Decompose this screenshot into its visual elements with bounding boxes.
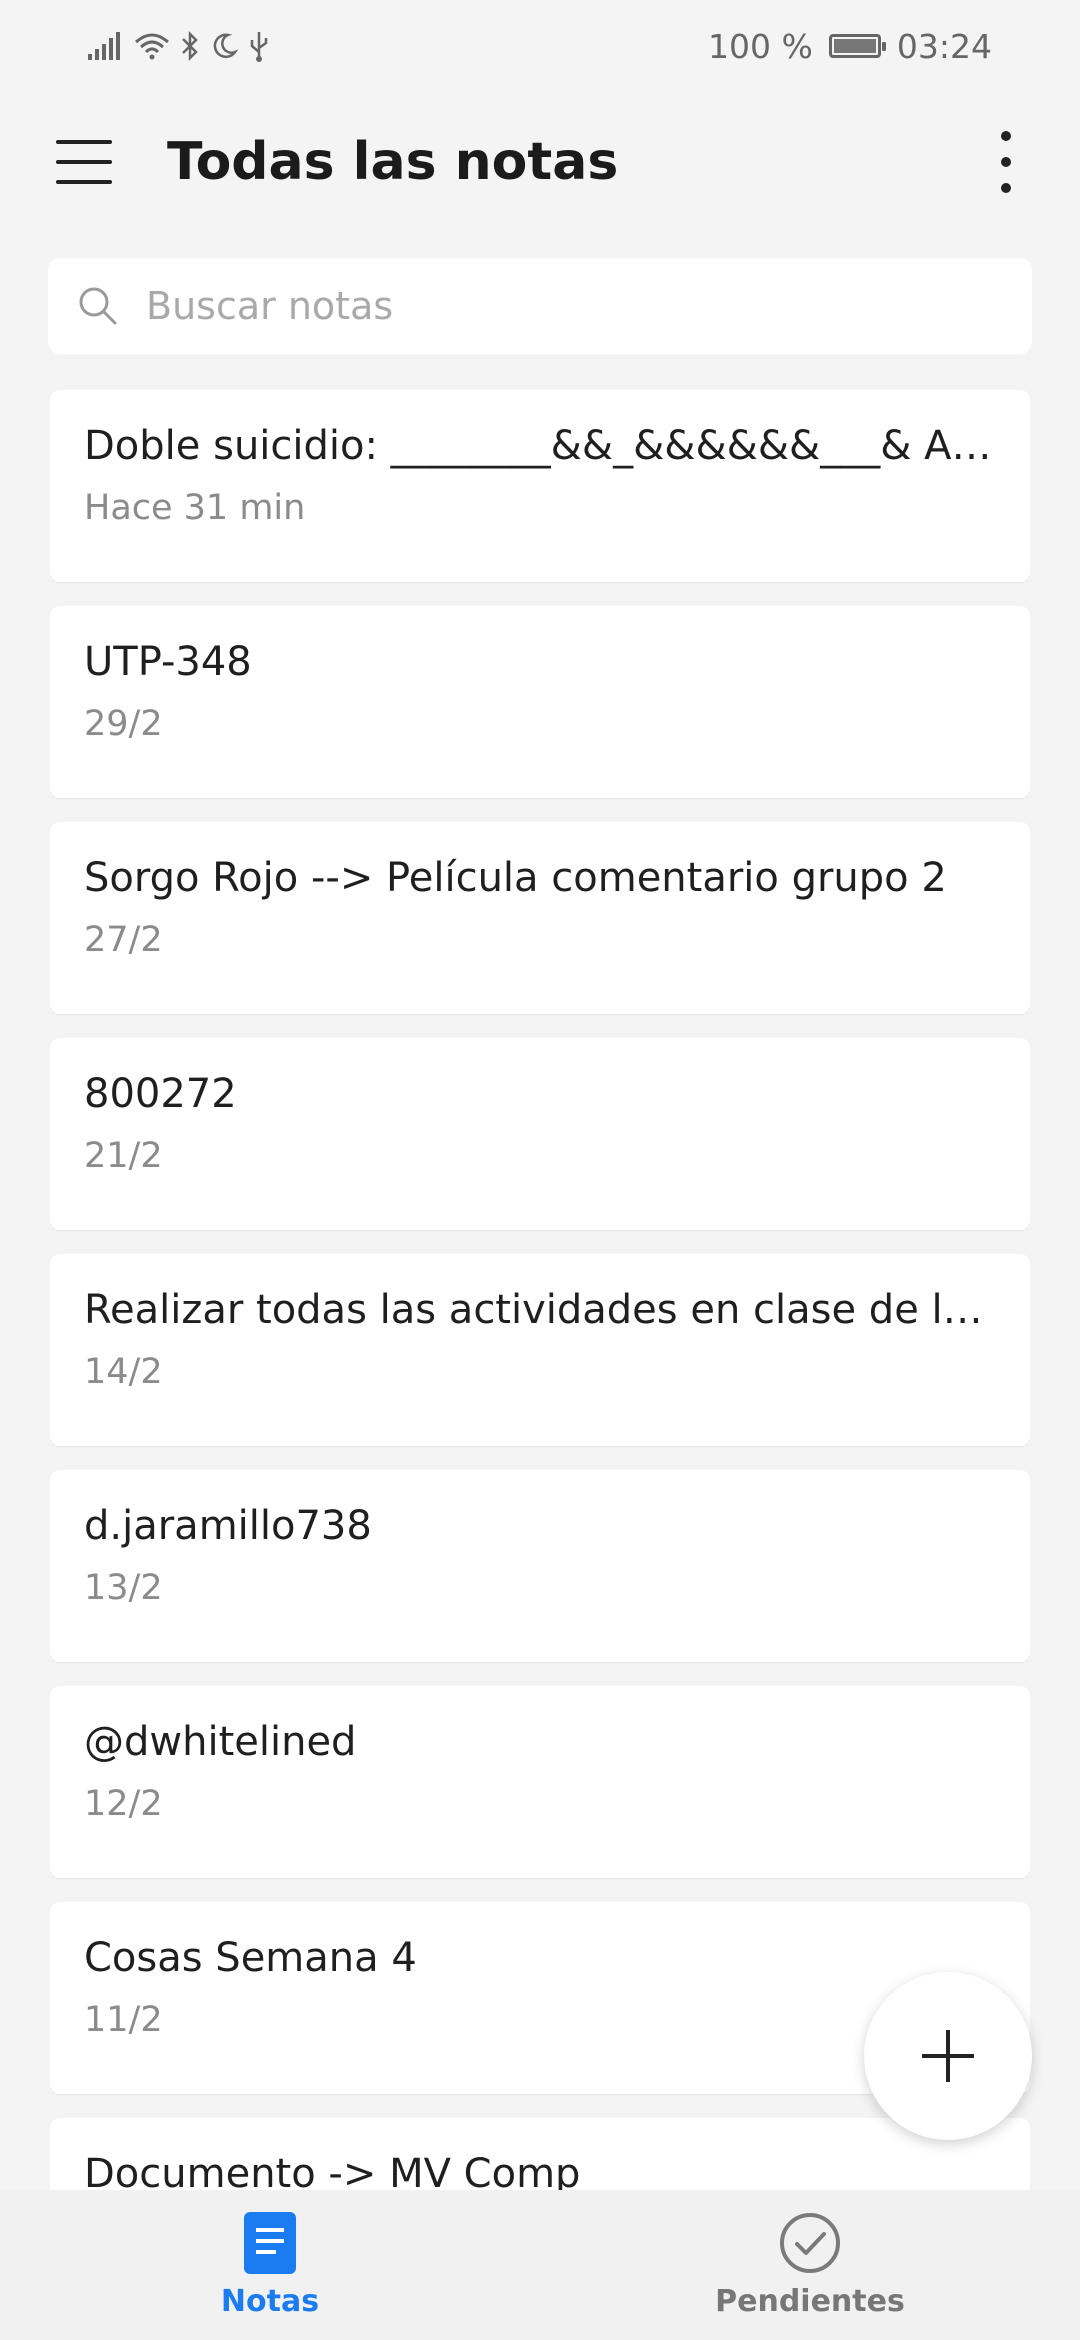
note-title: 800272: [84, 1071, 237, 1117]
note-card[interactable]: 800272 21/2: [50, 1038, 1030, 1230]
moon-icon: [213, 33, 238, 59]
note-title: d.jaramillo738: [84, 1503, 372, 1549]
battery-icon: [828, 34, 886, 58]
tab-pending-label: Pendientes: [715, 2284, 905, 2319]
usb-icon: [250, 32, 268, 62]
menu-icon[interactable]: [56, 140, 112, 184]
note-date: 12/2: [84, 1784, 163, 1824]
note-card[interactable]: Doble suicidio: ________&&_&&&&&&___& Am…: [50, 390, 1030, 582]
note-title: @dwhitelined: [84, 1719, 357, 1765]
page-title: Todas las notas: [167, 132, 619, 192]
clock: 03:24: [896, 26, 992, 66]
wifi-icon: [135, 33, 169, 60]
status-icons: [88, 30, 270, 62]
note-card[interactable]: @dwhitelined 12/2: [50, 1686, 1030, 1878]
note-title: Doble suicidio: ________&&_&&&&&&___& Am…: [84, 423, 996, 469]
bluetooth-icon: [182, 31, 198, 61]
note-date: Hace 31 min: [84, 488, 306, 528]
note-title: Sorgo Rojo --> Película comentario grupo…: [84, 855, 947, 901]
notes-list: Doble suicidio: ________&&_&&&&&&___& Am…: [50, 390, 1030, 2190]
note-doc-icon: [244, 2212, 296, 2274]
note-title: Cosas Semana 4: [84, 1935, 417, 1981]
note-date: 11/2: [84, 2000, 163, 2040]
status-right: 100 % 03:24: [708, 27, 992, 66]
note-date: 21/2: [84, 1136, 163, 1176]
plus-icon: [922, 2030, 974, 2082]
note-card[interactable]: Documento -> MV Comp: [50, 2118, 1030, 2190]
signal-icon: [88, 32, 120, 60]
note-card[interactable]: Realizar todas las actividades en clase …: [50, 1254, 1030, 1446]
battery-percentage: 100 %: [708, 26, 813, 66]
add-note-button[interactable]: [864, 1972, 1032, 2140]
note-card[interactable]: d.jaramillo738 13/2: [50, 1470, 1030, 1662]
tab-pending[interactable]: Pendientes: [540, 2190, 1080, 2340]
screen: 100 % 03:24 Todas las notas Doble suicid…: [0, 0, 1080, 2340]
note-date: 27/2: [84, 920, 163, 960]
note-card[interactable]: UTP-348 29/2: [50, 606, 1030, 798]
search-icon: [79, 287, 117, 325]
search-bar[interactable]: [48, 258, 1032, 354]
check-circle-icon: [780, 2213, 840, 2273]
app-bar: Todas las notas: [0, 92, 1080, 232]
tab-notes-label: Notas: [220, 2284, 320, 2319]
more-options-icon[interactable]: [986, 131, 1026, 193]
status-bar: 100 % 03:24: [0, 0, 1080, 92]
tab-notes[interactable]: Notas: [0, 2190, 540, 2340]
note-date: 13/2: [84, 1568, 163, 1608]
note-title: UTP-348: [84, 639, 252, 685]
bottom-nav: Notas Pendientes: [0, 2190, 1080, 2340]
note-date: 29/2: [84, 704, 163, 744]
note-title: Realizar todas las actividades en clase …: [84, 1287, 996, 1333]
note-card[interactable]: Sorgo Rojo --> Película comentario grupo…: [50, 822, 1030, 1014]
note-date: 14/2: [84, 1352, 163, 1392]
search-input[interactable]: [144, 283, 1032, 329]
note-title: Documento -> MV Comp: [84, 2151, 581, 2190]
